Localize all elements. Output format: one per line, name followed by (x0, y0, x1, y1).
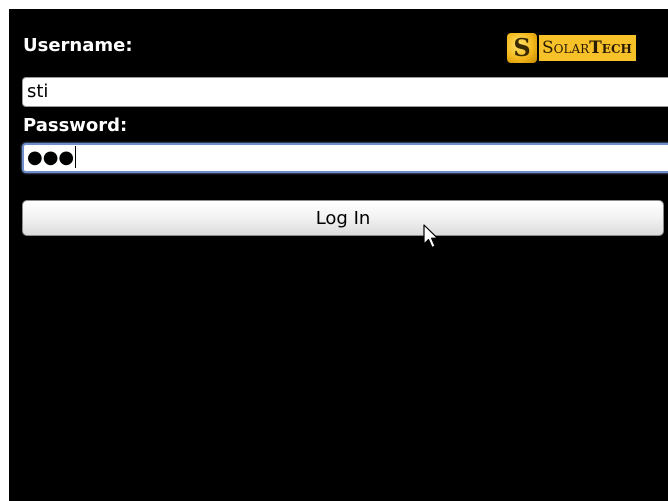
logo-wordmark-tech: Tech (589, 38, 632, 58)
password-input[interactable]: ●●● (22, 143, 668, 173)
login-screen: Username: S Solar Tech sti Password: ●●● … (9, 9, 668, 501)
username-label: Username: (23, 35, 133, 56)
logo-mark-letter: S (513, 33, 531, 62)
logo-wordmark: Solar Tech (539, 35, 636, 61)
username-input[interactable]: sti (22, 77, 668, 107)
username-value: sti (27, 81, 49, 102)
mouse-pointer-icon (423, 224, 439, 249)
password-masked-value: ●●● (27, 147, 75, 168)
logo-wordmark-solar: Solar (542, 38, 590, 58)
text-caret (75, 146, 77, 168)
login-button[interactable]: Log In (22, 200, 664, 236)
solartech-mark-icon: S (507, 33, 537, 63)
login-button-label: Log In (315, 207, 371, 229)
password-label: Password: (23, 115, 128, 136)
solartech-logo: S Solar Tech (507, 33, 636, 63)
